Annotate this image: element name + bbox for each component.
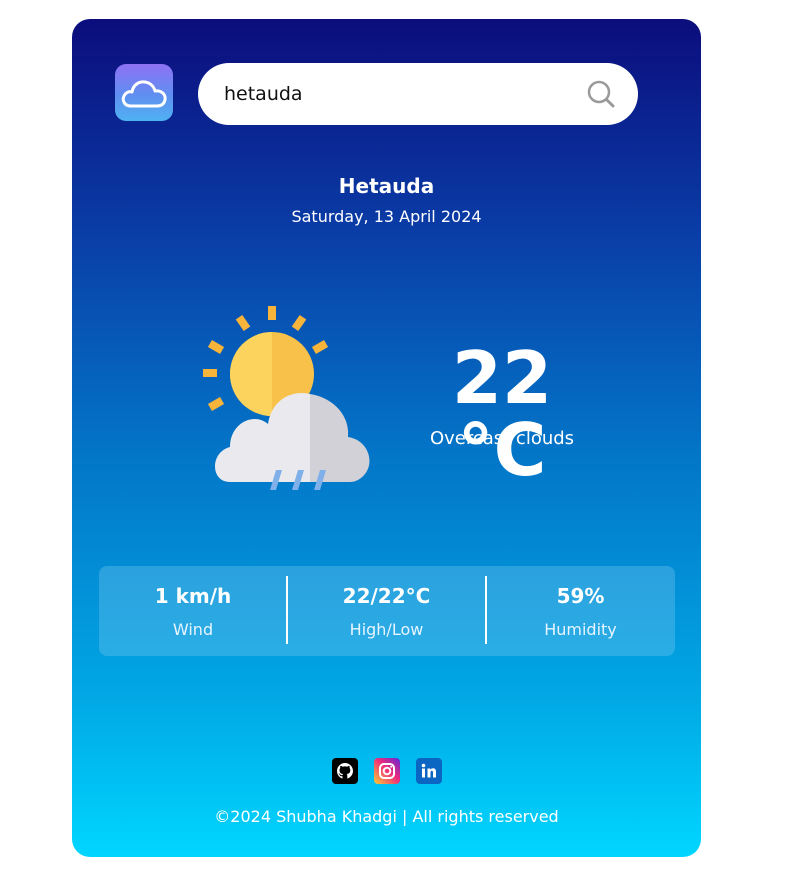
- stat-label: Humidity: [544, 619, 617, 639]
- github-icon: [336, 763, 353, 779]
- stat-wind: 1 km/h Wind: [99, 566, 287, 656]
- sun-cloud-rain-icon: [203, 306, 370, 490]
- footer-copyright: ©2024 Shubha Khadgi | All rights reserve…: [214, 807, 559, 826]
- city-name: Hetauda: [338, 174, 435, 198]
- cloud-icon: [121, 79, 167, 107]
- current-date: Saturday, 13 April 2024: [291, 207, 482, 226]
- linkedin-link[interactable]: [415, 758, 442, 784]
- stat-humidity: 59% Humidity: [486, 566, 675, 656]
- weather-description: Overcast clouds: [429, 428, 575, 449]
- stat-value: 22/22°C: [342, 583, 431, 608]
- stat-value: 1 km/h: [154, 583, 232, 608]
- github-link[interactable]: [331, 758, 358, 784]
- app-logo: [115, 64, 173, 121]
- stat-label: Wind: [172, 619, 214, 639]
- instagram-icon: [378, 763, 395, 779]
- stat-high-low: 22/22°C High/Low: [287, 566, 486, 656]
- stat-label: High/Low: [349, 619, 424, 639]
- search-icon: [587, 80, 615, 108]
- stat-value: 59%: [556, 583, 605, 608]
- weather-card: Hetauda Saturday, 13 April 2024 22 °C Ov…: [72, 19, 701, 857]
- weather-stats: 1 km/h Wind 22/22°C High/Low 59% Humidit…: [99, 566, 675, 656]
- temperature: 22 °C: [451, 336, 553, 492]
- search-input[interactable]: [224, 63, 564, 125]
- search-bar: [198, 63, 638, 125]
- instagram-link[interactable]: [373, 758, 400, 784]
- social-links: [72, 758, 701, 784]
- search-button[interactable]: [584, 77, 618, 111]
- weather-icon-container: [200, 302, 382, 492]
- linkedin-icon: [421, 763, 436, 778]
